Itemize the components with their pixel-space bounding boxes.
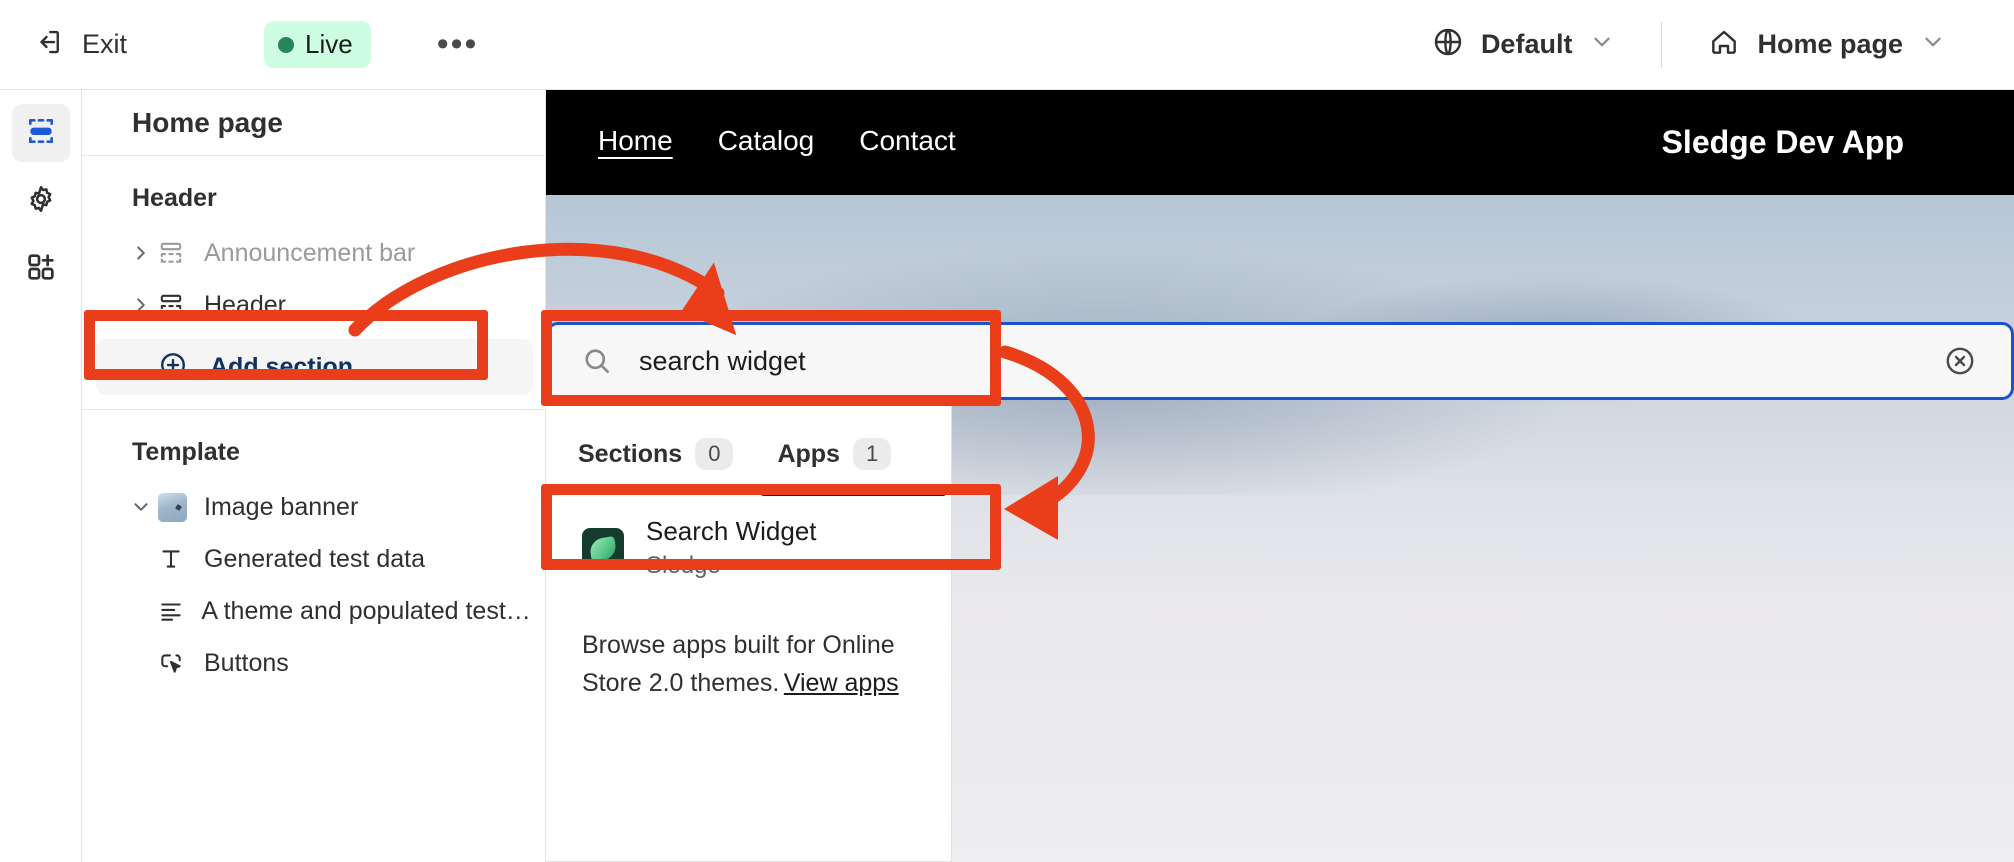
arrowhead-to-search-field: [681, 258, 759, 335]
annotation-arrows: [0, 0, 2014, 862]
app-root: Exit Live ••• Default: [0, 0, 2014, 862]
arrowhead-to-result: [1004, 476, 1058, 540]
arrow-add-section-to-search: [355, 249, 718, 330]
